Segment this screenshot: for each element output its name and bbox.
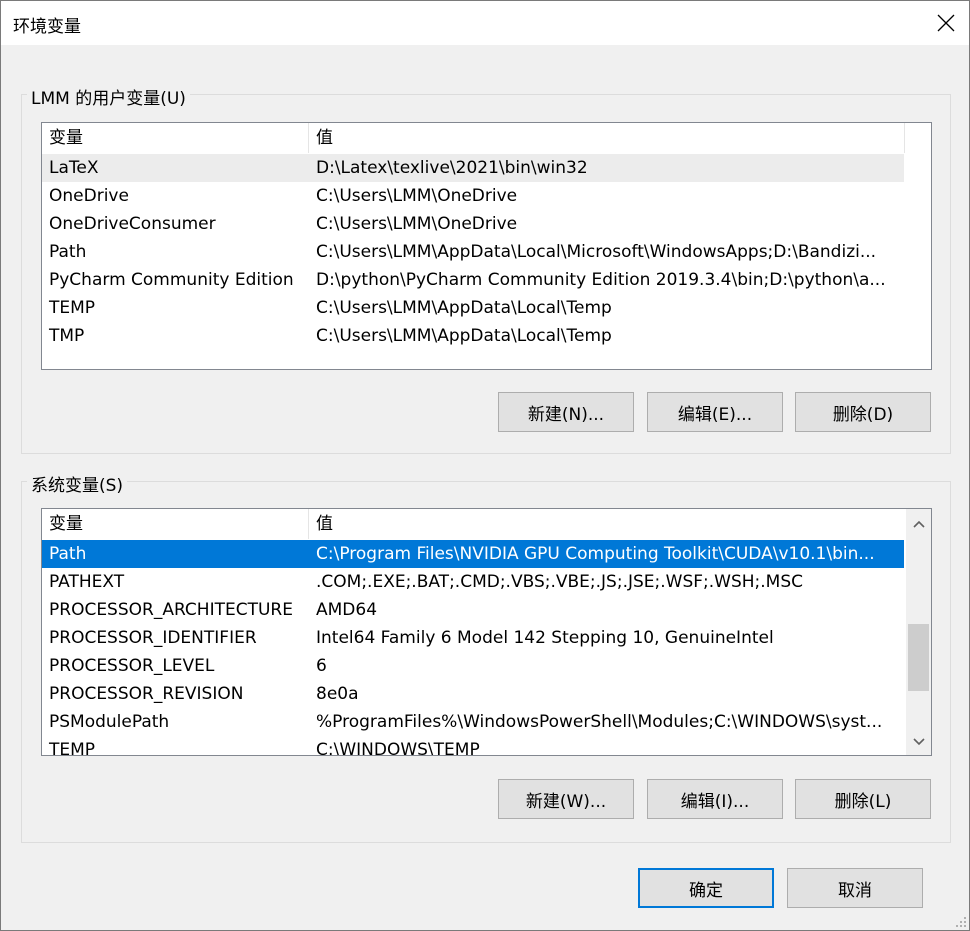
variable-value-cell: C:\Users\LMM\AppData\Local\Temp — [316, 326, 612, 346]
system-variables-list[interactable]: 变量 值 Path C:\Program Files\NVIDIA GPU Com… — [41, 508, 932, 756]
variable-value-cell: C:\Users\LMM\OneDrive — [316, 214, 518, 234]
system-edit-button[interactable]: 编辑(I)... — [647, 779, 783, 819]
variable-name-cell: PROCESSOR_ARCHITECTURE — [49, 600, 293, 620]
cancel-button[interactable]: 取消 — [787, 868, 923, 908]
column-header-value[interactable]: 值 — [309, 509, 904, 539]
variable-value-cell: C:\Program Files\NVIDIA GPU Computing To… — [316, 544, 875, 564]
scroll-thumb[interactable] — [908, 624, 929, 691]
close-icon — [937, 14, 955, 32]
scroll-down-button[interactable] — [906, 729, 931, 754]
table-row[interactable]: TMP C:\Users\LMM\AppData\Local\Temp — [42, 322, 904, 350]
table-row[interactable]: Path C:\Users\LMM\AppData\Local\Microsoft… — [42, 238, 904, 266]
chevron-up-icon — [912, 520, 925, 528]
table-row[interactable]: Path C:\Program Files\NVIDIA GPU Computin… — [42, 540, 904, 568]
column-header-variable[interactable]: 变量 — [42, 123, 308, 153]
system-variables-label: 系统变量(S) — [27, 471, 128, 496]
column-divider[interactable] — [904, 123, 905, 153]
user-variables-label: LMM 的用户变量(U) — [27, 84, 190, 109]
user-delete-button[interactable]: 删除(D) — [795, 392, 931, 432]
column-header-value[interactable]: 值 — [309, 123, 904, 153]
variable-value-cell: AMD64 — [316, 600, 378, 620]
variable-name-cell: PROCESSOR_IDENTIFIER — [49, 628, 257, 648]
window-title: 环境变量 — [13, 17, 81, 37]
user-new-button[interactable]: 新建(N)... — [498, 392, 634, 432]
ok-button[interactable]: 确定 — [638, 868, 774, 908]
close-button[interactable] — [923, 1, 969, 45]
chevron-down-icon — [912, 737, 925, 745]
resize-grip-icon[interactable] — [955, 916, 967, 928]
table-row[interactable]: PROCESSOR_LEVEL 6 — [42, 652, 904, 680]
table-row[interactable]: PROCESSOR_REVISION 8e0a — [42, 680, 904, 708]
variable-name-cell: TEMP — [49, 298, 96, 318]
title-bar: 环境变量 — [1, 1, 969, 45]
table-row[interactable]: TEMP C:\Users\LMM\AppData\Local\Temp — [42, 294, 904, 322]
table-row[interactable]: PROCESSOR_IDENTIFIER Intel64 Family 6 Mod… — [42, 624, 904, 652]
user-edit-button[interactable]: 编辑(E)... — [647, 392, 783, 432]
table-row[interactable]: OneDrive C:\Users\LMM\OneDrive — [42, 182, 904, 210]
list-header: 变量 值 — [42, 509, 904, 539]
variable-value-cell: D:\Latex\texlive\2021\bin\win32 — [316, 158, 588, 178]
variable-name-cell: Path — [49, 242, 87, 262]
variable-name-cell: TMP — [49, 326, 85, 346]
variable-name-cell: OneDrive — [49, 186, 129, 206]
variable-value-cell: %ProgramFiles%\WindowsPowerShell\Modules… — [316, 712, 883, 732]
table-row[interactable]: PyCharm Community Edition D:\python\PyCha… — [42, 266, 904, 294]
list-header: 变量 值 — [42, 123, 905, 153]
table-row[interactable]: OneDriveConsumer C:\Users\LMM\OneDrive — [42, 210, 904, 238]
system-new-button[interactable]: 新建(W)... — [498, 779, 634, 819]
variable-value-cell: C:\Users\LMM\OneDrive — [316, 186, 518, 206]
variable-value-cell: C:\Users\LMM\AppData\Local\Microsoft\Win… — [316, 242, 877, 262]
variable-name-cell: PSModulePath — [49, 712, 170, 732]
environment-variables-dialog: 环境变量 LMM 的用户变量(U) 变量 值 LaTeX D:\Latex\tex… — [0, 0, 970, 931]
variable-value-cell: Intel64 Family 6 Model 142 Stepping 10, … — [316, 628, 774, 648]
variable-name-cell: Path — [49, 544, 87, 564]
table-row[interactable]: TEMP C:\WINDOWS\TEMP — [42, 736, 904, 756]
system-delete-button[interactable]: 删除(L) — [795, 779, 931, 819]
variable-name-cell: OneDriveConsumer — [49, 214, 216, 234]
user-variables-list[interactable]: 变量 值 LaTeX D:\Latex\texlive\2021\bin\win3… — [41, 122, 932, 370]
variable-name-cell: PROCESSOR_LEVEL — [49, 656, 215, 676]
variable-name-cell: TEMP — [49, 740, 96, 756]
variable-value-cell: D:\python\PyCharm Community Edition 2019… — [316, 270, 886, 290]
table-row[interactable]: PATHEXT .COM;.EXE;.BAT;.CMD;.VBS;.VBE;.JS… — [42, 568, 904, 596]
variable-value-cell: 6 — [316, 656, 327, 676]
variable-value-cell: C:\Users\LMM\AppData\Local\Temp — [316, 298, 612, 318]
variable-value-cell: 8e0a — [316, 684, 359, 704]
vertical-scrollbar[interactable] — [906, 509, 931, 755]
table-row[interactable]: PSModulePath %ProgramFiles%\WindowsPowerS… — [42, 708, 904, 736]
variable-value-cell: C:\WINDOWS\TEMP — [316, 740, 480, 756]
variable-value-cell: .COM;.EXE;.BAT;.CMD;.VBS;.VBE;.JS;.JSE;.… — [316, 572, 804, 592]
column-header-variable[interactable]: 变量 — [42, 509, 308, 539]
variable-name-cell: LaTeX — [49, 158, 99, 178]
variable-name-cell: PyCharm Community Edition — [49, 270, 294, 290]
variable-name-cell: PATHEXT — [49, 572, 125, 592]
table-row[interactable]: PROCESSOR_ARCHITECTURE AMD64 — [42, 596, 904, 624]
table-row[interactable]: LaTeX D:\Latex\texlive\2021\bin\win32 — [42, 154, 904, 182]
scroll-up-button[interactable] — [906, 511, 931, 536]
variable-name-cell: PROCESSOR_REVISION — [49, 684, 244, 704]
